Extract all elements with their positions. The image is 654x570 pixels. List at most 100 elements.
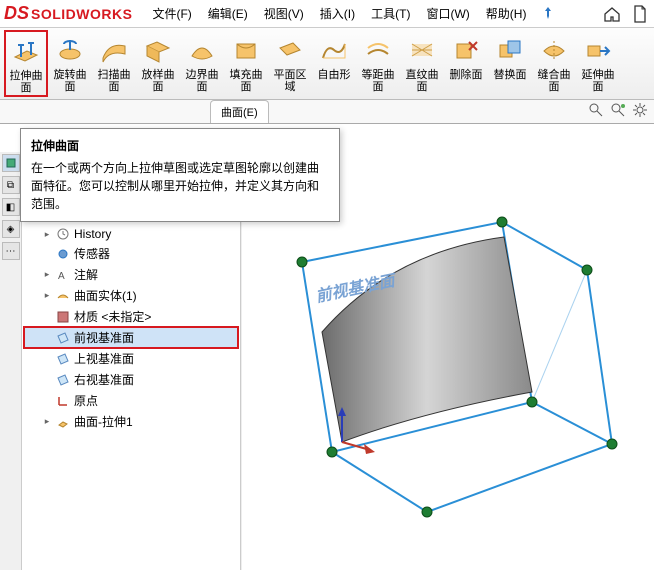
command-tabs: 曲面(E) [0,100,654,124]
tooltip-body: 在一个或两个方向上拉伸草图或选定草图轮廓以创建曲面特征。您可以控制从哪里开始拉伸… [31,159,329,213]
ribbon-extruded-surface[interactable]: 拉伸曲面 [4,30,48,97]
ribbon-swept-surface[interactable]: 扫描曲面 [92,30,136,97]
origin-icon [56,394,70,408]
planar-surface-icon [274,35,306,67]
tree-item-front-plane[interactable]: 前视基准面 [24,327,238,348]
panel-tab-config[interactable]: ◧ [2,198,20,216]
feature-tree: ▾ 零件1 (默认<<默认>_显示状态 1>) ▸ History 传感器 ▸ … [24,200,238,432]
lofted-surface-icon [142,35,174,67]
sensor-icon [56,247,70,261]
app-logo: DS SOLIDWORKS [4,3,132,24]
menu-file[interactable]: 文件(F) [148,3,195,24]
plane-handle[interactable] [607,439,617,449]
ribbon-knit-surface[interactable]: 缝合曲面 [532,30,576,97]
tab-surface[interactable]: 曲面(E) [210,100,269,123]
ribbon-label: 缝合曲面 [533,69,575,93]
ribbon-label: 旋转曲面 [49,69,91,93]
extruded-surface-icon [10,36,42,68]
extend-surface-icon [582,35,614,67]
extruded-surface-body[interactable] [322,237,532,442]
tree-item-origin[interactable]: 原点 [24,390,238,411]
panel-tab-extra[interactable]: ⋯ [2,242,20,260]
tree-item-label: History [74,227,111,241]
ribbon-delete-face[interactable]: 删除面 [444,30,488,97]
menu-window[interactable]: 窗口(W) [422,3,473,24]
feature-extrude-icon [56,415,70,429]
tree-item-history[interactable]: ▸ History [24,225,238,243]
search-icon[interactable] [588,102,604,121]
ribbon-label: 拉伸曲面 [6,70,46,94]
plane-handle[interactable] [497,217,507,227]
plane-icon [56,331,70,345]
ribbon-boundary-surface[interactable]: 边界曲面 [180,30,224,97]
ribbon-replace-face[interactable]: 替换面 [488,30,532,97]
tree-item-top-plane[interactable]: 上视基准面 [24,348,238,369]
ribbon-offset-surface[interactable]: 等距曲面 [356,30,400,97]
tree-item-label: 材质 <未指定> [74,308,151,325]
menu-edit[interactable]: 编辑(E) [204,3,252,24]
plane-handle[interactable] [327,447,337,457]
ribbon-label: 放样曲面 [137,69,179,93]
ribbon-lofted-surface[interactable]: 放样曲面 [136,30,180,97]
tree-item-sensors[interactable]: 传感器 [24,243,238,264]
tree-item-label: 曲面实体(1) [74,287,137,304]
ribbon-label: 删除面 [450,69,483,81]
tree-item-annotations[interactable]: ▸ A 注解 [24,264,238,285]
plane-handle[interactable] [582,265,592,275]
ribbon-label: 等距曲面 [357,69,399,93]
ribbon-label: 边界曲面 [181,69,223,93]
tree-item-label: 原点 [74,392,98,409]
ribbon-ruled-surface[interactable]: 直纹曲面 [400,30,444,97]
tabs-right-tools [588,102,648,121]
gear-icon[interactable] [632,102,648,121]
logo-text: SOLIDWORKS [31,6,132,22]
delete-face-icon [450,35,482,67]
expand-toggle-icon[interactable]: ▸ [42,290,52,301]
ribbon-freeform[interactable]: 自由形 [312,30,356,97]
ribbon-label: 替换面 [494,69,527,81]
panel-tab-feature-tree[interactable] [2,154,20,172]
ribbon-label: 自由形 [318,69,351,81]
plane-handle[interactable] [297,257,307,267]
document-icon[interactable] [630,4,650,24]
plane-handle[interactable] [422,507,432,517]
tree-item-surface-extrude1[interactable]: ▸ 曲面-拉伸1 [24,411,238,432]
ribbon-extend-surface[interactable]: 延伸曲面 [576,30,620,97]
tree-item-material[interactable]: 材质 <未指定> [24,306,238,327]
tree-item-label: 前视基准面 [74,329,134,346]
tree-item-label: 注解 [74,266,98,283]
panel-tab-display[interactable]: ◈ [2,220,20,238]
ribbon-toolbar: 拉伸曲面 旋转曲面 扫描曲面 放样曲面 边界曲面 填充曲面 平面区域 [0,28,654,100]
menu-view[interactable]: 视图(V) [260,3,308,24]
logo-ds-icon: DS [4,3,29,24]
expand-toggle-icon[interactable]: ▸ [42,416,52,427]
ribbon-planar-surface[interactable]: 平面区域 [268,30,312,97]
tree-item-label: 传感器 [74,245,110,262]
menu-insert[interactable]: 插入(I) [316,3,359,24]
tree-item-label: 曲面-拉伸1 [74,413,133,430]
menu-bar: 文件(F) 编辑(E) 视图(V) 插入(I) 工具(T) 窗口(W) 帮助(H… [148,3,558,24]
menu-help[interactable]: 帮助(H) [482,3,531,24]
search-plus-icon[interactable] [610,102,626,121]
ribbon-revolved-surface[interactable]: 旋转曲面 [48,30,92,97]
tree-item-right-plane[interactable]: 右视基准面 [24,369,238,390]
swept-surface-icon [98,35,130,67]
plane-handle[interactable] [527,397,537,407]
revolved-surface-icon [54,35,86,67]
ribbon-label: 填充曲面 [225,69,267,93]
plane-icon [56,352,70,366]
offset-surface-icon [362,35,394,67]
expand-toggle-icon[interactable]: ▸ [42,229,52,240]
plane-icon [56,373,70,387]
replace-face-icon [494,35,526,67]
pin-icon[interactable] [538,3,558,23]
expand-toggle-icon[interactable]: ▸ [42,269,52,280]
menu-tools[interactable]: 工具(T) [367,3,414,24]
filled-surface-icon [230,35,262,67]
tree-item-label: 右视基准面 [74,371,134,388]
home-icon[interactable] [602,4,622,24]
panel-tab-property[interactable]: ⧉ [2,176,20,194]
tree-item-surface-bodies[interactable]: ▸ 曲面实体(1) [24,285,238,306]
svg-text:A: A [58,271,65,281]
ribbon-filled-surface[interactable]: 填充曲面 [224,30,268,97]
